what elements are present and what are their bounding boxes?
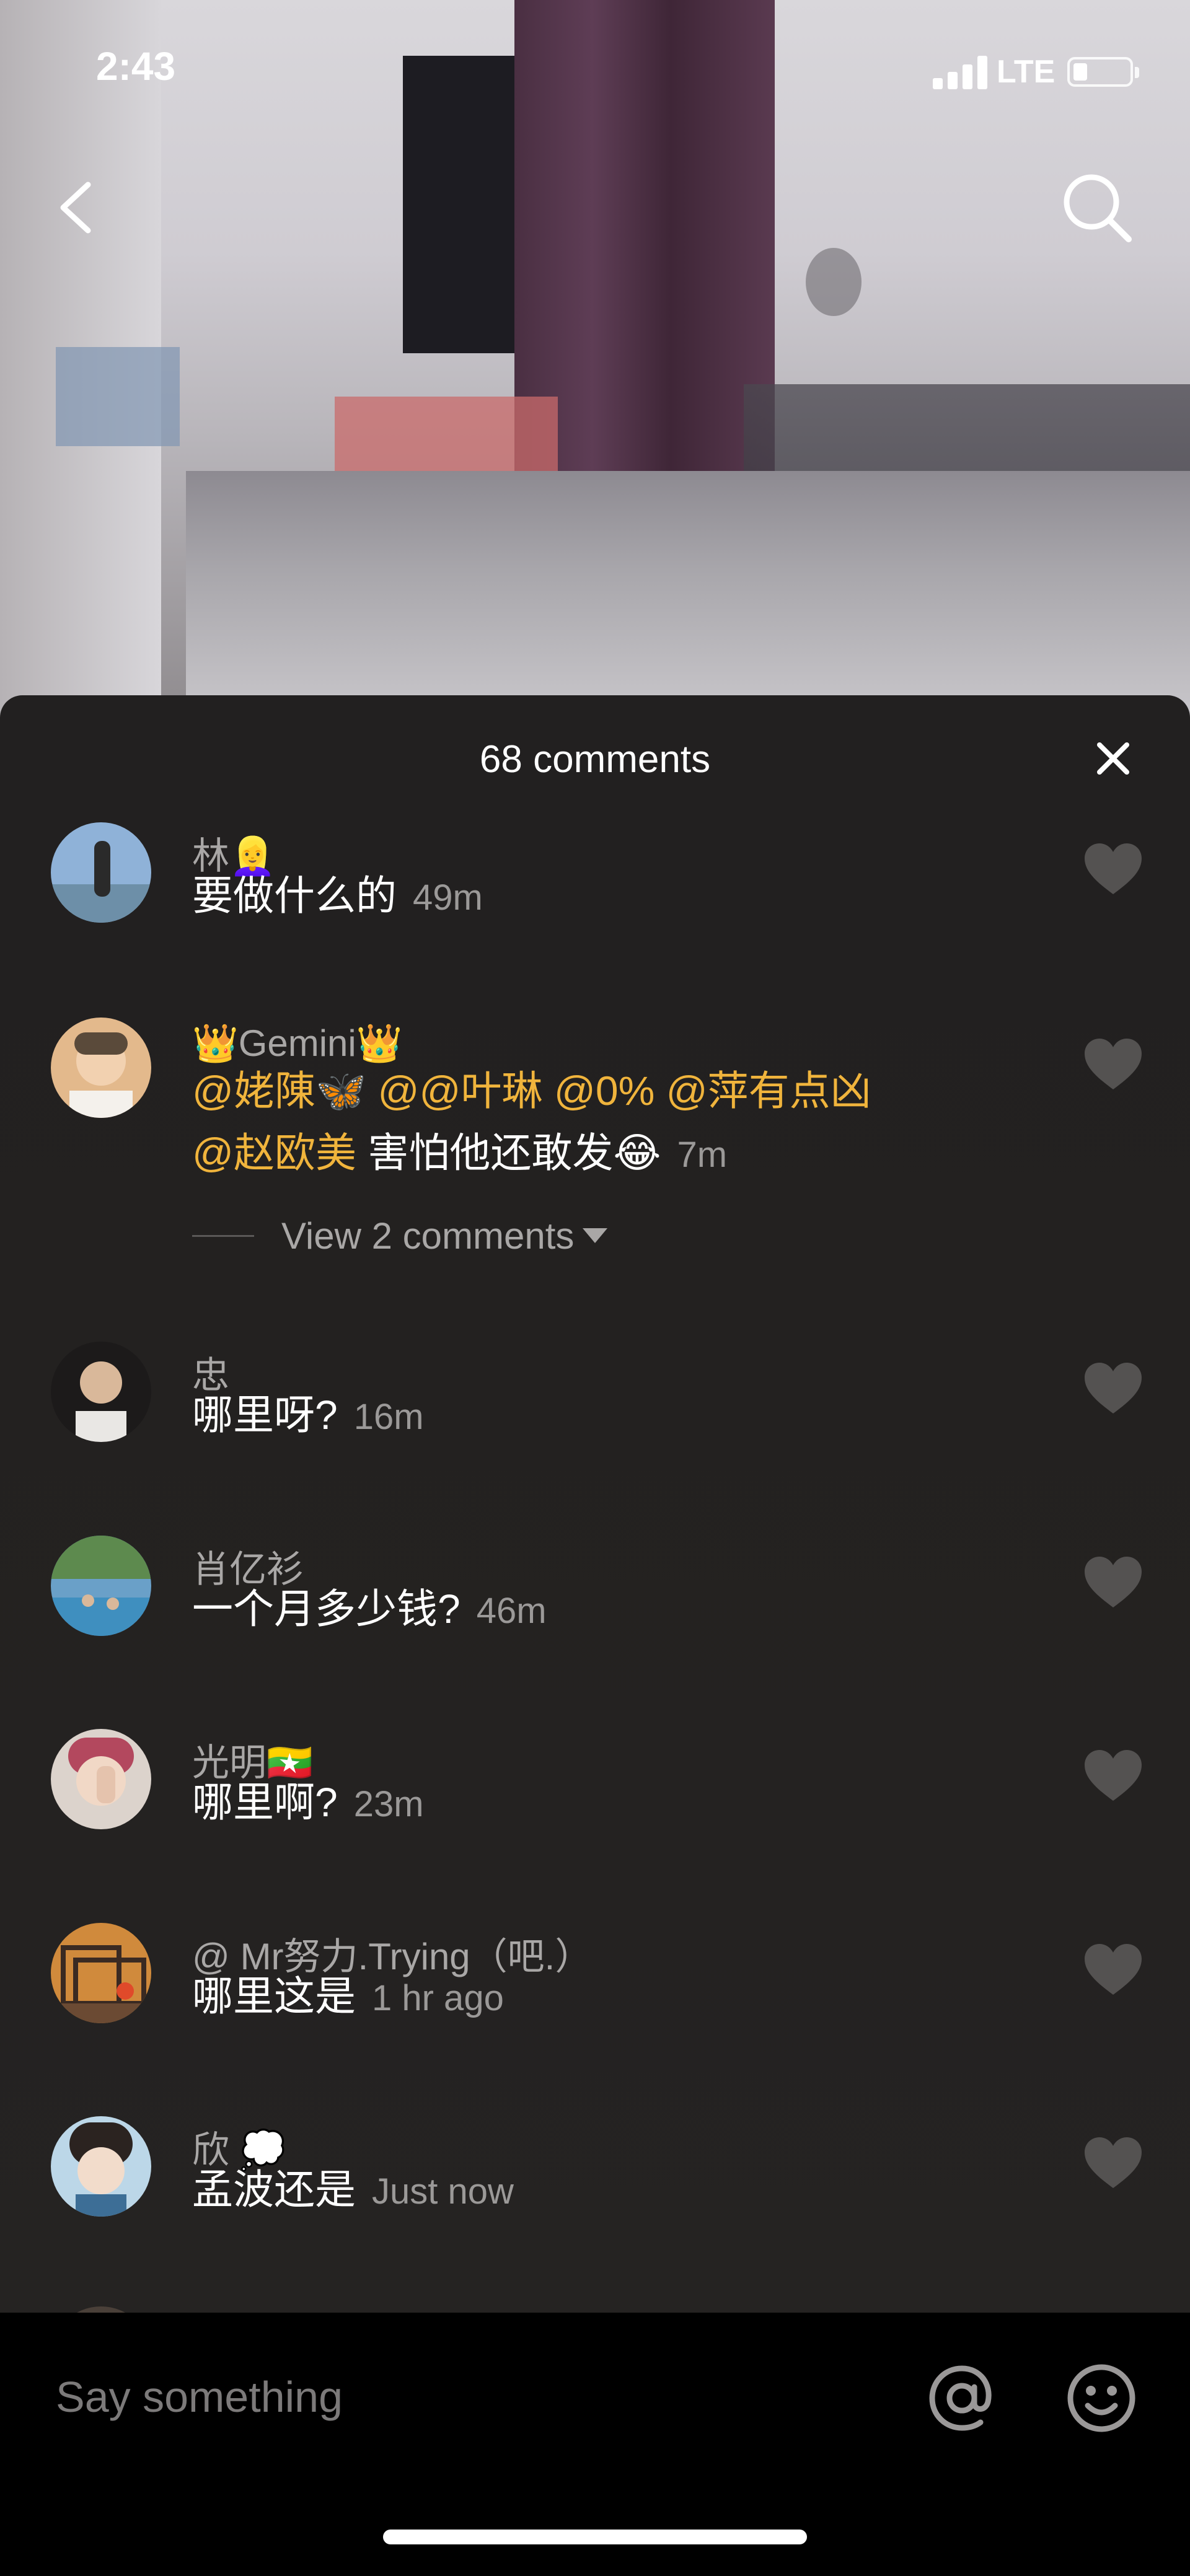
comment-username[interactable]: 👑Gemini👑: [192, 1021, 402, 1065]
chevron-left-icon: [60, 182, 91, 234]
search-icon: [1064, 174, 1132, 242]
avatar[interactable]: [51, 822, 151, 923]
comments-sheet: 68 comments 林👱‍♀️ 要做什么的 49m 👑Gemini👑 @姥陳🦋…: [0, 695, 1190, 2313]
video-wall-clock: [806, 248, 862, 316]
search-button[interactable]: [1057, 167, 1137, 248]
comment-time: 23m: [353, 1784, 424, 1824]
comment-body: 害怕他还敢发😂: [368, 1130, 661, 1176]
comment-time: 49m: [413, 877, 483, 918]
comment-item[interactable]: 欣 💭 孟波还是 Just now: [0, 2116, 1190, 2277]
comment-text-line-2: @赵欧美 害怕他还敢发😂 7m: [192, 1122, 727, 1186]
heart-icon[interactable]: [1083, 842, 1143, 895]
comment-text: 要做什么的 49m: [192, 864, 483, 929]
comment-item[interactable]: 👑Gemini👑 @姥陳🦋 @@叶琳 @0% @萍有点凶 @赵欧美 害怕他还敢发…: [0, 1018, 1190, 1278]
avatar[interactable]: [51, 2306, 151, 2313]
comment-body: 孟波还是: [192, 2166, 356, 2212]
divider: [192, 1234, 254, 1237]
signal-icon: [933, 55, 989, 89]
comment-text-line-1: @姥陳🦋 @@叶琳 @0% @萍有点凶: [192, 1060, 871, 1122]
smiley-icon: [1067, 2364, 1135, 2432]
video-background[interactable]: [0, 0, 1190, 719]
avatar[interactable]: [51, 1729, 151, 1829]
comment-body: 一个月多少钱?: [192, 1586, 461, 1632]
emoji-button[interactable]: [1063, 2360, 1140, 2437]
mention-button[interactable]: [923, 2360, 1000, 2437]
comment-input[interactable]: [55, 2362, 863, 2432]
comment-time: 7m: [677, 1135, 728, 1175]
video-window: [56, 347, 180, 446]
heart-icon[interactable]: [1083, 1555, 1143, 1609]
avatar[interactable]: [51, 1018, 151, 1118]
avatar[interactable]: [51, 1536, 151, 1636]
comment-body: 哪里啊?: [192, 1779, 338, 1825]
caret-down-icon: [583, 1228, 608, 1243]
back-button[interactable]: [50, 174, 105, 242]
view-replies-button[interactable]: View 2 comments: [192, 1211, 608, 1260]
video-office-desks: [186, 471, 1190, 719]
heart-icon[interactable]: [1083, 1943, 1143, 1996]
close-icon: [1097, 742, 1129, 775]
view-replies-label: View 2 comments: [281, 1215, 575, 1257]
at-icon: [929, 2365, 992, 2431]
comment-text: 一个月多少钱? 46m: [192, 1578, 547, 1642]
heart-icon[interactable]: [1083, 1749, 1143, 1802]
comment-text: 哪里呀? 16m: [192, 1384, 424, 1448]
heart-icon[interactable]: [1083, 1037, 1143, 1091]
mention-link[interactable]: @姥陳🦋: [192, 1068, 366, 1114]
comment-text: 哪里啊? 23m: [192, 1771, 424, 1835]
battery-icon: [1067, 57, 1139, 87]
close-button[interactable]: [1091, 736, 1135, 781]
comments-count-title: 68 comments: [479, 738, 711, 781]
comment-time: Just now: [372, 2171, 514, 2212]
comment-text: 孟波还是 Just now: [192, 2158, 514, 2223]
heart-icon[interactable]: [1083, 2136, 1143, 2189]
comment-body: 哪里这是: [192, 1973, 356, 2019]
avatar[interactable]: [51, 1342, 151, 1442]
comment-item[interactable]: @ Mr努力.Trying（吧.） 哪里这是 1 hr ago: [0, 1923, 1190, 2084]
mention-link[interactable]: @萍有点凶: [666, 1068, 871, 1114]
mention-link[interactable]: @赵欧美: [192, 1130, 356, 1176]
comment-item[interactable]: 光明🇲🇲 哪里啊? 23m: [0, 1729, 1190, 1890]
mention-link[interactable]: @@叶琳: [378, 1068, 543, 1114]
comment-time: 46m: [476, 1591, 547, 1631]
comment-body: 要做什么的: [192, 873, 397, 918]
comment-input-bar: [0, 2313, 1190, 2576]
home-indicator[interactable]: [383, 2530, 807, 2544]
heart-icon[interactable]: [1083, 1361, 1143, 1415]
mention-link[interactable]: @0%: [554, 1068, 654, 1114]
comment-time: 16m: [353, 1397, 424, 1437]
avatar[interactable]: [51, 1923, 151, 2023]
comment-time: 1 hr ago: [372, 1978, 504, 2018]
comment-text: 哪里这是 1 hr ago: [192, 1965, 504, 2029]
network-label: LTE: [997, 54, 1056, 90]
comment-item[interactable]: 忠 哪里呀? 16m: [0, 1342, 1190, 1503]
comment-item[interactable]: 肖亿衫 一个月多少钱? 46m: [0, 1536, 1190, 1697]
video-reception-desk: [335, 397, 558, 477]
avatar[interactable]: [51, 2116, 151, 2217]
status-time: 2:43: [96, 44, 176, 89]
comment-body: 哪里呀?: [192, 1392, 338, 1438]
comment-item[interactable]: 林👱‍♀️ 要做什么的 49m: [0, 822, 1190, 983]
